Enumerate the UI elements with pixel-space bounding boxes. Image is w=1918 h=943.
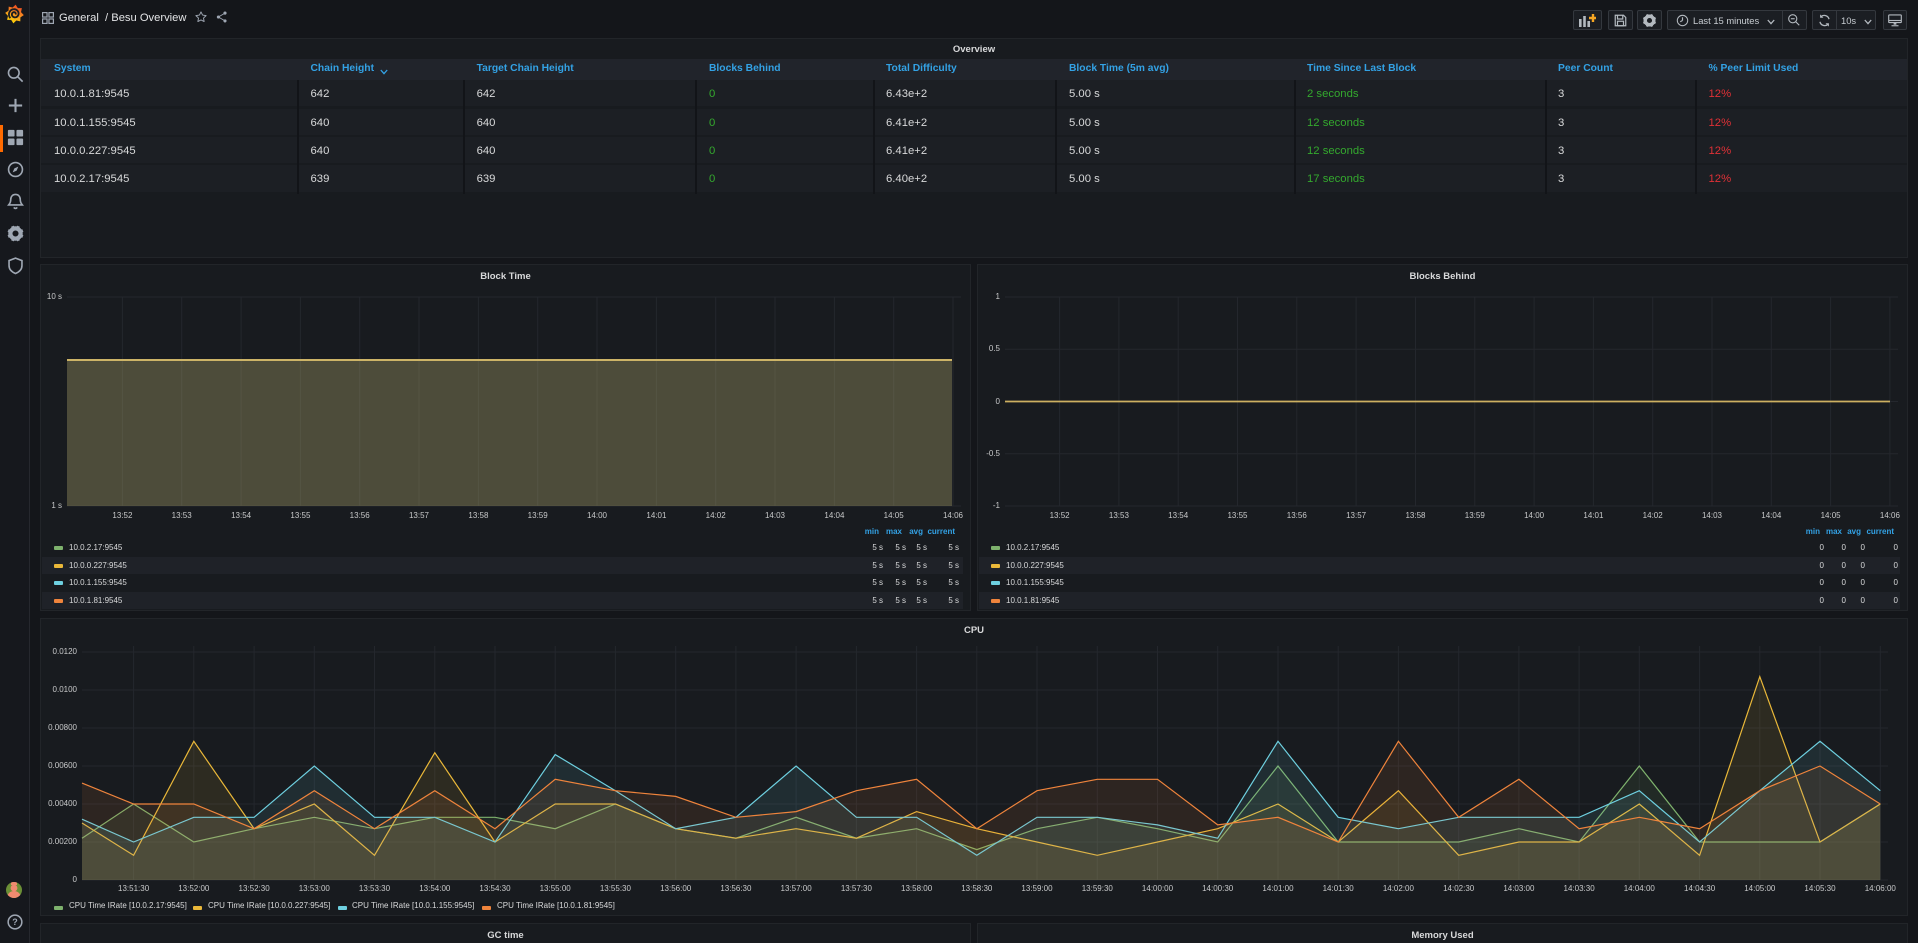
svg-text:?: ? [12, 917, 18, 927]
